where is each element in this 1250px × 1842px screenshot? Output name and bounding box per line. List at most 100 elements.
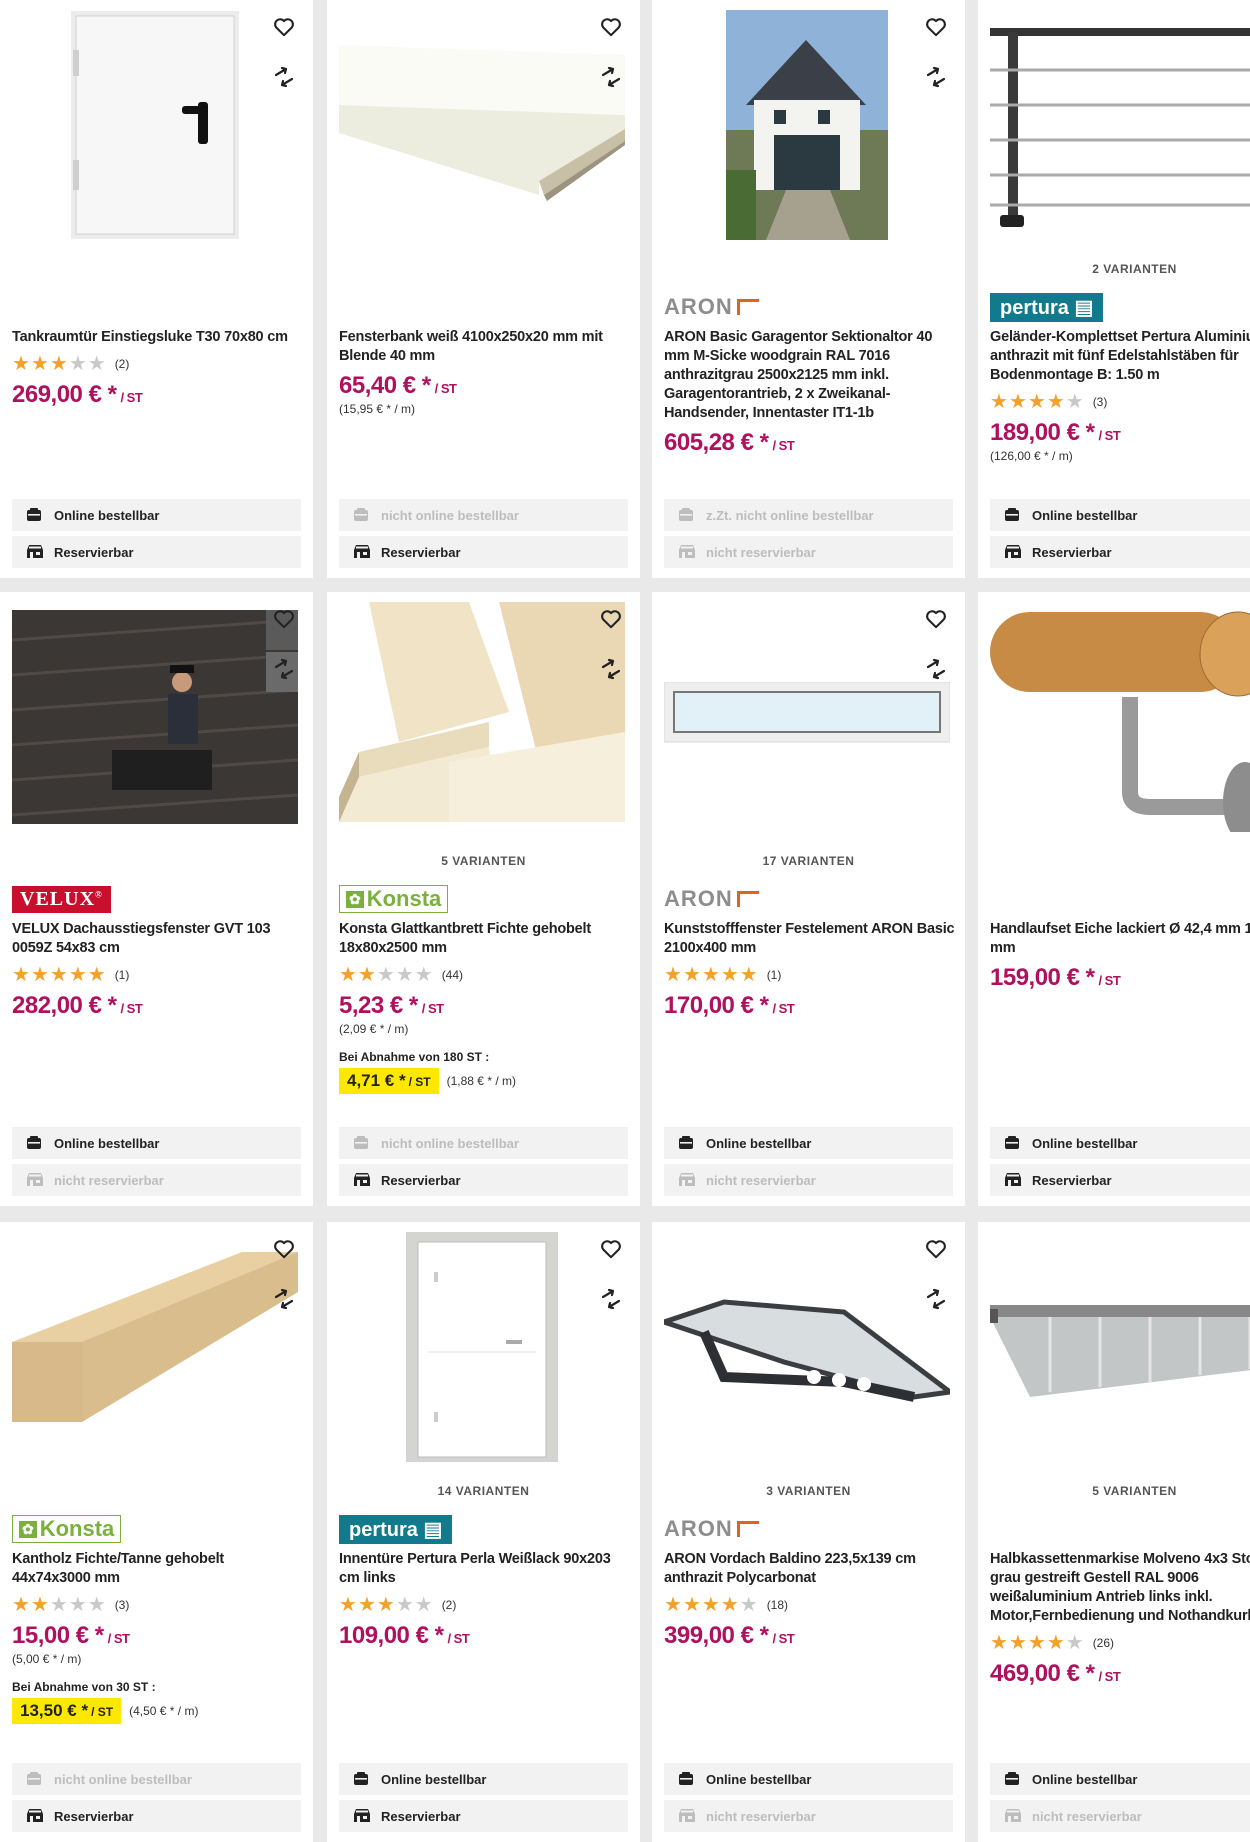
product-card[interactable]: 2 VARIANTEN pertura ▤ Geländer-Komplettset… bbox=[978, 0, 1250, 578]
delivery-icon bbox=[678, 508, 696, 522]
product-title[interactable]: Kunststofffenster Festelement ARON Basic… bbox=[664, 920, 955, 958]
price-unit: / ST bbox=[120, 1001, 143, 1016]
product-title[interactable]: Konsta Glattkantbrett Fichte gehobelt 18… bbox=[339, 920, 630, 958]
store-icon bbox=[678, 1809, 696, 1823]
product-image[interactable] bbox=[339, 1232, 625, 1462]
reserve-availability-label: nicht reservierbar bbox=[54, 1172, 164, 1188]
heart-icon[interactable] bbox=[269, 1234, 299, 1264]
rating-star: ★ bbox=[1065, 391, 1085, 413]
price-value: 469,00 € * bbox=[990, 1660, 1095, 1687]
product-title[interactable]: Geländer-Komplettset Pertura Aluminium a… bbox=[990, 328, 1250, 385]
heart-icon[interactable] bbox=[269, 604, 299, 634]
product-image[interactable] bbox=[664, 10, 950, 240]
price-unit: / ST bbox=[447, 1631, 470, 1646]
product-card[interactable]: 3 VARIANTEN ARON ARON Vordach Baldino 223,… bbox=[652, 1222, 965, 1842]
price: 399,00 € * / ST bbox=[664, 1622, 955, 1650]
online-availability: Online bestellbar bbox=[12, 499, 301, 531]
rating-star: ★ bbox=[87, 964, 107, 986]
rating-star: ★ bbox=[1046, 391, 1066, 413]
product-image[interactable] bbox=[12, 1232, 298, 1462]
product-title[interactable]: Halbkassettenmarkise Molveno 4x3 Stoff g… bbox=[990, 1550, 1250, 1626]
price-unit: / ST bbox=[772, 1631, 795, 1646]
product-image[interactable] bbox=[339, 10, 625, 240]
rating-star: ★ bbox=[339, 964, 358, 986]
product-image[interactable] bbox=[990, 1232, 1250, 1462]
product-title[interactable]: Kantholz Fichte/Tanne gehobelt 44x74x300… bbox=[12, 1550, 303, 1588]
rating-count: (3) bbox=[1092, 395, 1108, 409]
brand: pertura ▤ bbox=[339, 1514, 453, 1544]
brand: ARON bbox=[664, 1514, 759, 1544]
rating-star: ★ bbox=[49, 964, 69, 986]
product-image[interactable] bbox=[990, 10, 1250, 240]
product-title[interactable]: Tankraumtür Einstiegsluke T30 70x80 cm bbox=[12, 328, 303, 347]
product-title[interactable]: ARON Vordach Baldino 223,5x139 cm anthra… bbox=[664, 1550, 955, 1588]
product-image[interactable] bbox=[12, 602, 298, 832]
product-title[interactable]: Innentüre Pertura Perla Weißlack 90x203 … bbox=[339, 1550, 630, 1588]
rating-star: ★ bbox=[357, 964, 377, 986]
rating-star: ★ bbox=[49, 1594, 69, 1616]
rating: ★★★★★ (1) bbox=[12, 964, 303, 986]
product-card[interactable]: 17 VARIANTEN ARON Kunststofffenster Festel… bbox=[652, 592, 965, 1206]
compare-icon[interactable] bbox=[921, 654, 951, 684]
online-availability: Online bestellbar bbox=[339, 1763, 628, 1795]
product-image[interactable] bbox=[664, 1232, 950, 1462]
compare-icon[interactable] bbox=[596, 1284, 626, 1314]
product-image[interactable] bbox=[12, 10, 298, 240]
product-card[interactable]: 14 VARIANTEN pertura ▤ Innentüre Pertura P… bbox=[327, 1222, 640, 1842]
reserve-availability-label: Reservierbar bbox=[381, 544, 461, 560]
product-title[interactable]: VELUX Dachausstiegsfenster GVT 103 0059Z… bbox=[12, 920, 303, 958]
product-image[interactable] bbox=[339, 602, 625, 832]
bulk-price-value: 4,71 € * bbox=[347, 1071, 406, 1090]
price-value: 605,28 € * bbox=[664, 429, 769, 456]
rating-count: (2) bbox=[441, 1598, 457, 1612]
compare-icon[interactable] bbox=[596, 62, 626, 92]
rating-star: ★ bbox=[395, 1594, 415, 1616]
heart-icon[interactable] bbox=[596, 12, 626, 42]
brand: ✿ Konsta bbox=[12, 1514, 122, 1544]
product-image[interactable] bbox=[664, 602, 950, 832]
product-card[interactable]: Handlaufset Eiche lackiert Ø 42,4 mm 180… bbox=[978, 592, 1250, 1206]
product-card[interactable]: Tankraumtür Einstiegsluke T30 70x80 cm ★★… bbox=[0, 0, 313, 578]
product-card[interactable]: 5 VARIANTEN Halbkassettenmarkise Molveno … bbox=[978, 1222, 1250, 1842]
rating: ★★★★★ (2) bbox=[12, 353, 303, 375]
base-price: (15,95 € * / m) bbox=[339, 402, 416, 416]
product-card[interactable]: VELUX® VELUX Dachausstiegsfenster GVT 103… bbox=[0, 592, 313, 1206]
store-icon bbox=[1004, 545, 1022, 559]
compare-icon[interactable] bbox=[921, 62, 951, 92]
online-availability: Online bestellbar bbox=[664, 1127, 953, 1159]
bulk-offer: 13,50 € * / ST (4,50 € * / m) bbox=[12, 1698, 303, 1724]
rating-star: ★ bbox=[49, 353, 69, 375]
online-availability-label: Online bestellbar bbox=[381, 1771, 487, 1787]
rating-count: (2) bbox=[114, 357, 130, 371]
heart-icon[interactable] bbox=[269, 12, 299, 42]
heart-icon[interactable] bbox=[921, 604, 951, 634]
compare-icon[interactable] bbox=[269, 62, 299, 92]
product-image[interactable] bbox=[990, 602, 1250, 832]
reserve-availability-label: Reservierbar bbox=[54, 544, 134, 560]
reserve-availability-label: Reservierbar bbox=[54, 1808, 134, 1824]
brand-logo-konsta: ✿ Konsta bbox=[339, 885, 449, 913]
product-card[interactable]: ✿ Konsta Kantholz Fichte/Tanne gehobelt 44… bbox=[0, 1222, 313, 1842]
brand: ARON bbox=[664, 884, 759, 914]
product-card[interactable]: Fensterbank weiß 4100x250x20 mm mit Blen… bbox=[327, 0, 640, 578]
compare-icon[interactable] bbox=[596, 654, 626, 684]
price: 159,00 € * / ST bbox=[990, 964, 1250, 992]
compare-icon[interactable] bbox=[269, 654, 299, 684]
product-title[interactable]: Fensterbank weiß 4100x250x20 mm mit Blen… bbox=[339, 328, 630, 366]
bulk-price: 4,71 € * / ST bbox=[339, 1068, 439, 1094]
reserve-availability: nicht reservierbar bbox=[664, 536, 953, 568]
product-card[interactable]: 5 VARIANTEN ✿ Konsta Konsta Glattkantbrett … bbox=[327, 592, 640, 1206]
rating-star: ★ bbox=[30, 353, 50, 375]
compare-icon[interactable] bbox=[269, 1284, 299, 1314]
product-title[interactable]: ARON Basic Garagentor Sektionaltor 40 mm… bbox=[664, 328, 955, 423]
heart-icon[interactable] bbox=[596, 604, 626, 634]
product-card[interactable]: ARON ARON Basic Garagentor Sektionaltor 4… bbox=[652, 0, 965, 578]
product-title[interactable]: Handlaufset Eiche lackiert Ø 42,4 mm 180… bbox=[990, 920, 1250, 958]
heart-icon[interactable] bbox=[921, 1234, 951, 1264]
rating-star: ★ bbox=[414, 964, 434, 986]
rating: ★★★★★ (44) bbox=[339, 964, 630, 986]
heart-icon[interactable] bbox=[596, 1234, 626, 1264]
heart-icon[interactable] bbox=[921, 12, 951, 42]
rating-star: ★ bbox=[720, 1594, 740, 1616]
compare-icon[interactable] bbox=[921, 1284, 951, 1314]
